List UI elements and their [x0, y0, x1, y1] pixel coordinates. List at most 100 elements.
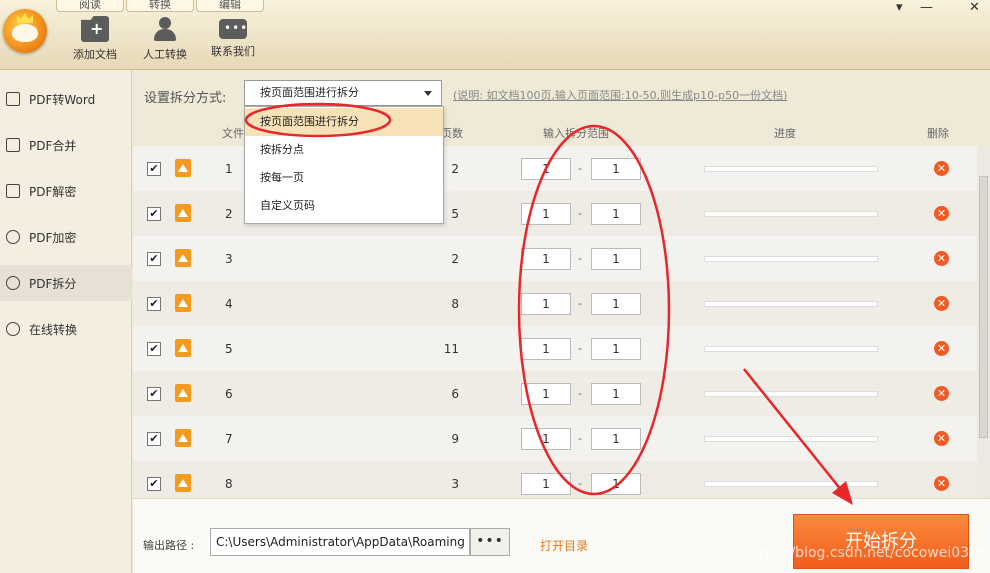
header-progress: 进度	[774, 127, 796, 140]
table-row[interactable]: ✔ 5 11 1-1 ✕	[133, 326, 977, 371]
row-number: 4	[225, 297, 233, 311]
manual-convert-button[interactable]: 人工转换	[130, 16, 200, 66]
pdf-file-icon	[175, 159, 191, 177]
progress-bar	[704, 211, 878, 217]
range-to-input[interactable]: 1	[591, 428, 641, 450]
row-checkbox[interactable]: ✔	[147, 297, 161, 311]
range-to-input[interactable]: 1	[591, 203, 641, 225]
dropdown-option-custom-pages[interactable]: 自定义页码	[245, 192, 443, 220]
row-checkbox[interactable]: ✔	[147, 162, 161, 176]
row-number: 7	[225, 432, 233, 446]
delete-icon[interactable]: ✕	[934, 161, 949, 176]
range-to-input[interactable]: 1	[591, 383, 641, 405]
row-checkbox[interactable]: ✔	[147, 477, 161, 491]
top-toolbar: 阅读 转换 编辑 添加文档 人工转换 联系我们 ▾ — ✕	[0, 0, 990, 70]
delete-icon[interactable]: ✕	[934, 296, 949, 311]
progress-bar	[704, 481, 878, 487]
split-mode-select[interactable]: 按页面范围进行拆分	[244, 80, 442, 106]
pdf-file-icon	[175, 429, 191, 447]
table-row[interactable]: ✔ 7 9 1-1 ✕	[133, 416, 977, 461]
window-menu-icon[interactable]: ▾	[896, 0, 903, 15]
delete-icon[interactable]: ✕	[934, 386, 949, 401]
progress-bar	[704, 391, 878, 397]
range-from-input[interactable]: 1	[521, 428, 571, 450]
range-from-input[interactable]: 1	[521, 158, 571, 180]
table-row[interactable]: ✔ 3 2 1-1 ✕	[133, 236, 977, 281]
range-dash: -	[578, 477, 582, 490]
delete-icon[interactable]: ✕	[934, 251, 949, 266]
header-pages: 页数	[441, 127, 463, 140]
sidebar-item-label: PDF加密	[29, 230, 77, 245]
sidebar-item-pdf-decrypt[interactable]: PDF解密	[0, 173, 132, 209]
minimize-icon[interactable]: —	[920, 0, 933, 15]
delete-icon[interactable]: ✕	[934, 476, 949, 491]
range-to-input[interactable]: 1	[591, 293, 641, 315]
tab-edit[interactable]: 编辑	[196, 0, 264, 12]
dropdown-option-page-range[interactable]: 按页面范围进行拆分	[245, 108, 443, 136]
row-checkbox[interactable]: ✔	[147, 252, 161, 266]
range-from-input[interactable]: 1	[521, 293, 571, 315]
output-path-input[interactable]: C:\Users\Administrator\AppData\Roaming	[210, 528, 470, 556]
table-row[interactable]: ✔ 4 8 1-1 ✕	[133, 281, 977, 326]
range-from-input[interactable]: 1	[521, 248, 571, 270]
row-checkbox[interactable]: ✔	[147, 432, 161, 446]
range-from-input[interactable]: 1	[521, 383, 571, 405]
delete-icon[interactable]: ✕	[934, 341, 949, 356]
sidebar-item-online-convert[interactable]: 在线转换	[0, 311, 132, 347]
pdf-file-icon	[175, 249, 191, 267]
sidebar-item-pdf-to-word[interactable]: PDF转Word	[0, 81, 132, 117]
range-to-input[interactable]: 1	[591, 248, 641, 270]
row-pages: 8	[451, 297, 459, 311]
tab-convert[interactable]: 转换	[126, 0, 194, 12]
progress-bar	[704, 346, 878, 352]
range-to-input[interactable]: 1	[591, 338, 641, 360]
crown-icon	[17, 13, 33, 23]
sidebar-item-pdf-merge[interactable]: PDF合并	[0, 127, 132, 163]
row-pages: 3	[451, 477, 459, 491]
table-row[interactable]: ✔ 6 6 1-1 ✕	[133, 371, 977, 416]
range-from-input[interactable]: 1	[521, 338, 571, 360]
open-directory-link[interactable]: 打开目录	[540, 537, 588, 554]
sidebar-item-label: PDF解密	[29, 184, 77, 199]
manual-convert-label: 人工转换	[143, 48, 187, 61]
sidebar-item-pdf-split[interactable]: PDF拆分	[0, 265, 132, 301]
main-panel: 设置拆分方式: 按页面范围进行拆分 (说明: 如文档100页,输入页面范围:10…	[133, 70, 990, 573]
app-logo[interactable]	[3, 9, 47, 53]
row-checkbox[interactable]: ✔	[147, 387, 161, 401]
scrollbar[interactable]	[977, 148, 990, 498]
row-pages: 11	[443, 342, 459, 356]
sidebar: PDF转Word PDF合并 PDF解密 PDF加密 PDF拆分 在线转换	[0, 70, 132, 573]
split-mode-dropdown: 按页面范围进行拆分 按拆分点 按每一页 自定义页码	[244, 106, 444, 224]
header-range: 输入拆分范围	[543, 127, 609, 140]
range-to-input[interactable]: 1	[591, 158, 641, 180]
row-checkbox[interactable]: ✔	[147, 342, 161, 356]
contact-us-button[interactable]: 联系我们	[198, 16, 268, 66]
range-from-input[interactable]: 1	[521, 203, 571, 225]
scroll-thumb[interactable]	[979, 176, 988, 438]
output-path-label: 输出路径 :	[143, 539, 195, 552]
row-number: 1	[225, 162, 233, 176]
top-tabs: 阅读 转换 编辑	[56, 0, 266, 12]
sidebar-item-pdf-encrypt[interactable]: PDF加密	[0, 219, 132, 255]
row-pages: 9	[451, 432, 459, 446]
dropdown-option-each-page[interactable]: 按每一页	[245, 164, 443, 192]
chat-icon	[219, 19, 248, 39]
dropdown-option-split-point[interactable]: 按拆分点	[245, 136, 443, 164]
progress-bar	[704, 436, 878, 442]
row-checkbox[interactable]: ✔	[147, 207, 161, 221]
table-row[interactable]: ✔ 8 3 1-1 ✕	[133, 461, 977, 498]
mascot-icon	[12, 24, 38, 42]
sidebar-item-label: 在线转换	[29, 322, 78, 337]
range-to-input[interactable]: 1	[591, 473, 641, 495]
pdf-file-icon	[175, 294, 191, 312]
split-mode-value: 按页面范围进行拆分	[260, 86, 359, 99]
delete-icon[interactable]: ✕	[934, 431, 949, 446]
close-icon[interactable]: ✕	[969, 0, 980, 15]
progress-bar	[704, 166, 878, 172]
range-from-input[interactable]: 1	[521, 473, 571, 495]
tab-read[interactable]: 阅读	[56, 0, 124, 12]
delete-icon[interactable]: ✕	[934, 206, 949, 221]
unlock-icon	[6, 184, 20, 198]
browse-button[interactable]: •••	[470, 528, 510, 556]
add-document-button[interactable]: 添加文档	[60, 16, 130, 66]
